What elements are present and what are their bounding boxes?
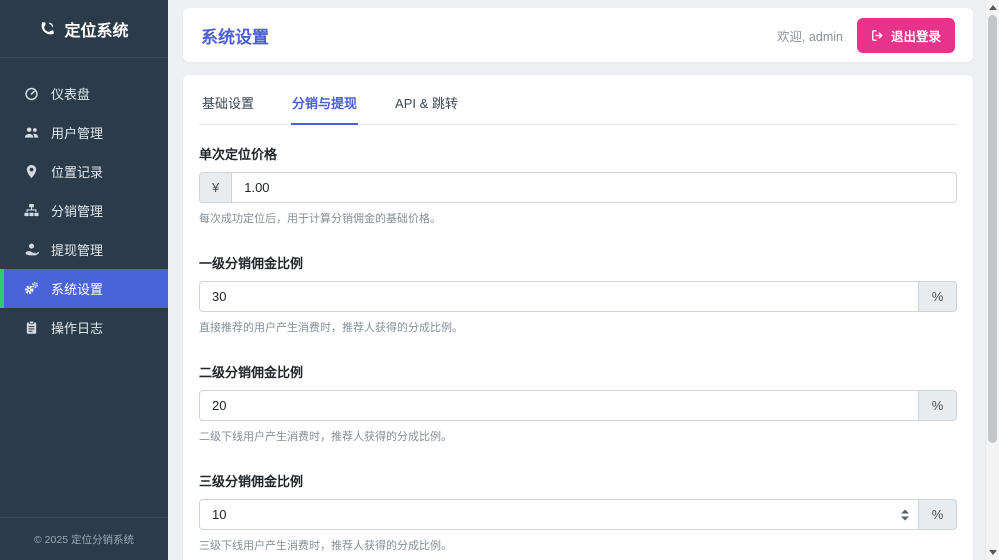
input-group: %	[199, 390, 957, 421]
currency-prefix: ¥	[199, 172, 231, 203]
field-level1-commission: 一级分销佣金比例 % 直接推荐的用户产生消费时，推荐人获得的分成比例。	[199, 253, 957, 335]
field-level2-commission: 二级分销佣金比例 % 二级下线用户产生消费时，推荐人获得的分成比例。	[199, 362, 957, 444]
percent-suffix: %	[919, 499, 957, 530]
gears-icon	[24, 281, 39, 296]
logout-button[interactable]: 退出登录	[857, 18, 955, 53]
sidebar-item-users[interactable]: 用户管理	[0, 113, 168, 152]
field-single-locate-price: 单次定位价格 ¥ 每次成功定位后，用于计算分销佣金的基础价格。	[199, 144, 957, 226]
sidebar-item-label: 提现管理	[51, 240, 103, 259]
sidebar-menu: 仪表盘 用户管理 位置记录 分销管理	[0, 58, 168, 347]
scroll-down-arrow-icon[interactable]	[989, 550, 997, 555]
logout-label: 退出登录	[891, 26, 941, 45]
sidebar: 定位系统 仪表盘 用户管理 位置记录	[0, 0, 168, 560]
sidebar-item-label: 仪表盘	[51, 84, 90, 103]
level1-commission-input[interactable]	[199, 281, 919, 312]
page-header: 系统设置 欢迎, admin 退出登录	[183, 8, 973, 62]
field-label: 三级分销佣金比例	[199, 471, 957, 490]
app-logo: 定位系统	[0, 0, 168, 58]
single-locate-price-input[interactable]	[231, 172, 957, 203]
sidebar-item-label: 用户管理	[51, 123, 103, 142]
scroll-up-arrow-icon[interactable]	[989, 5, 997, 10]
sidebar-item-distribution[interactable]: 分销管理	[0, 191, 168, 230]
settings-form: 单次定位价格 ¥ 每次成功定位后，用于计算分销佣金的基础价格。 一级分销佣金比例…	[199, 125, 957, 560]
percent-suffix: %	[919, 390, 957, 421]
field-help: 三级下线用户产生消费时，推荐人获得的分成比例。	[199, 537, 957, 553]
field-label: 二级分销佣金比例	[199, 362, 957, 381]
sitemap-icon	[24, 203, 39, 218]
field-help: 二级下线用户产生消费时，推荐人获得的分成比例。	[199, 428, 957, 444]
sign-out-icon	[871, 29, 884, 42]
sidebar-item-label: 操作日志	[51, 318, 103, 337]
input-group: %	[199, 499, 957, 530]
welcome-text: 欢迎, admin	[777, 26, 843, 45]
sidebar-item-withdrawals[interactable]: 提现管理	[0, 230, 168, 269]
level2-commission-input[interactable]	[199, 390, 919, 421]
level3-commission-input[interactable]	[199, 499, 919, 530]
field-label: 一级分销佣金比例	[199, 253, 957, 272]
main-content: 系统设置 欢迎, admin 退出登录 基础设置 分销与提现 API & 跳转 …	[168, 0, 985, 560]
sidebar-item-logs[interactable]: 操作日志	[0, 308, 168, 347]
sidebar-item-label: 分销管理	[51, 201, 103, 220]
phone-signal-icon	[39, 20, 56, 37]
page-title: 系统设置	[201, 23, 269, 48]
map-marker-icon	[24, 164, 39, 179]
sidebar-item-location-records[interactable]: 位置记录	[0, 152, 168, 191]
sidebar-item-label: 位置记录	[51, 162, 103, 181]
users-icon	[24, 125, 39, 140]
settings-tabs: 基础设置 分销与提现 API & 跳转	[199, 88, 957, 125]
number-spinner[interactable]	[901, 509, 909, 520]
sidebar-item-dashboard[interactable]: 仪表盘	[0, 74, 168, 113]
sidebar-footer: © 2025 定位分销系统	[0, 517, 168, 560]
scrollbar-thumb[interactable]	[988, 15, 997, 443]
withdraw-icon	[24, 242, 39, 257]
tab-basic-settings[interactable]: 基础设置	[201, 88, 255, 124]
header-right: 欢迎, admin 退出登录	[777, 18, 955, 53]
field-help: 每次成功定位后，用于计算分销佣金的基础价格。	[199, 210, 957, 226]
field-level3-commission: 三级分销佣金比例 % 三级下线用户产生消费时，推荐人获得的分成比例。	[199, 471, 957, 553]
input-group: ¥	[199, 172, 957, 203]
dashboard-icon	[24, 86, 39, 101]
sidebar-item-settings[interactable]: 系统设置	[0, 269, 168, 308]
tab-distribution-withdrawal[interactable]: 分销与提现	[291, 88, 358, 125]
field-label: 单次定位价格	[199, 144, 957, 163]
tab-api-redirect[interactable]: API & 跳转	[394, 88, 459, 124]
sidebar-item-label: 系统设置	[51, 279, 103, 298]
field-help: 直接推荐的用户产生消费时，推荐人获得的分成比例。	[199, 319, 957, 335]
log-icon	[24, 320, 39, 335]
app-title: 定位系统	[64, 17, 128, 41]
percent-suffix: %	[919, 281, 957, 312]
vertical-scrollbar[interactable]	[985, 0, 999, 560]
input-group: %	[199, 281, 957, 312]
settings-card: 基础设置 分销与提现 API & 跳转 单次定位价格 ¥ 每次成功定位后，用于计…	[183, 75, 973, 560]
